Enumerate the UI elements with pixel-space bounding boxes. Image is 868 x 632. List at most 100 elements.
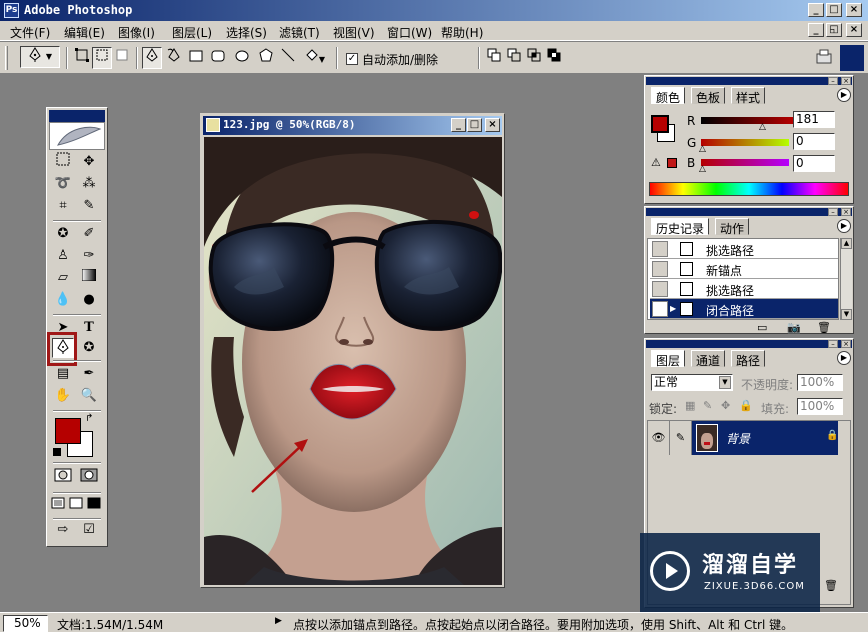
hand-tool[interactable]: ✋ <box>52 386 74 406</box>
fill-input[interactable]: 100% <box>797 398 843 415</box>
tool-preset-picker[interactable]: ▼ <box>20 46 60 68</box>
type-tool[interactable]: T <box>78 318 100 338</box>
doc-minimize-button[interactable]: _ <box>808 23 824 37</box>
menu-window[interactable]: 窗口(W) <box>387 24 432 41</box>
lock-transparency-icon[interactable]: ▦ <box>685 399 695 412</box>
marquee-tool[interactable] <box>52 152 74 172</box>
lock-move-icon[interactable]: ✥ <box>721 399 730 412</box>
history-slider-icon[interactable]: ▶ <box>670 304 676 313</box>
new-document-from-state-icon[interactable]: ▭ <box>757 321 767 334</box>
custom-shape-button[interactable]: ▼ <box>300 47 330 69</box>
palette-close-button[interactable]: × <box>841 208 851 216</box>
intersect-path-button[interactable] <box>524 47 544 69</box>
layer-row[interactable]: 👁 ✎ 背景 🔒 <box>648 421 838 455</box>
rectangle-shape-button[interactable] <box>186 47 206 69</box>
scroll-up-icon[interactable]: ▲ <box>841 238 852 249</box>
history-brush-source-checkbox[interactable] <box>652 301 668 317</box>
history-brush-tool[interactable]: ✑ <box>78 246 100 266</box>
menu-filter[interactable]: 滤镜(T) <box>279 24 320 41</box>
scroll-down-icon[interactable]: ▼ <box>841 309 852 320</box>
document-title-bar[interactable]: 123.jpg @ 50%(RGB/8) _ □ × <box>203 116 502 135</box>
menu-help[interactable]: 帮助(H) <box>441 24 483 41</box>
menu-select[interactable]: 选择(S) <box>226 24 267 41</box>
channel-g-slider[interactable] <box>701 139 789 146</box>
doc-close-button[interactable]: × <box>846 23 862 37</box>
full-screen-menu-button[interactable] <box>67 496 85 516</box>
tab-swatches[interactable]: 色板 <box>691 87 726 105</box>
channel-b-input[interactable]: 0 <box>793 155 835 172</box>
list-item[interactable]: 新锚点 <box>650 259 838 279</box>
magic-wand-tool[interactable]: ⁂ <box>78 174 100 194</box>
new-snapshot-icon[interactable]: 📷 <box>787 321 801 334</box>
exclude-overlap-button[interactable] <box>544 47 564 69</box>
brush-tool[interactable]: ✐ <box>78 224 100 244</box>
tab-history[interactable]: 历史记录 <box>651 218 710 236</box>
palette-close-button[interactable]: × <box>841 340 851 348</box>
slider-thumb-icon[interactable]: △ <box>699 144 706 154</box>
history-brush-source-checkbox[interactable] <box>652 281 668 297</box>
doc-maximize-button[interactable]: □ <box>467 118 482 132</box>
tab-channels[interactable]: 通道 <box>691 350 726 368</box>
lasso-tool[interactable]: ➰ <box>52 174 74 194</box>
palette-titlebar[interactable]: – × <box>646 77 852 85</box>
pen-tool-button[interactable] <box>142 47 162 69</box>
palette-close-button[interactable]: × <box>841 77 851 85</box>
slice-tool[interactable]: ✎ <box>78 196 100 216</box>
list-item[interactable]: 挑选路径 <box>650 279 838 299</box>
auto-add-delete-checkbox[interactable]: ✓ <box>346 53 358 65</box>
line-button[interactable] <box>278 47 298 69</box>
foreground-swatch[interactable] <box>651 115 669 133</box>
history-brush-source-checkbox[interactable] <box>652 241 668 257</box>
image-canvas[interactable] <box>204 137 502 585</box>
menu-layer[interactable]: 图层(L) <box>172 24 212 41</box>
layer-name[interactable]: 背景 <box>726 430 750 447</box>
quick-mask-button[interactable] <box>78 468 100 488</box>
zoom-tool[interactable]: 🔍 <box>78 386 100 406</box>
tab-layers[interactable]: 图层 <box>651 350 686 368</box>
shape-layers-button[interactable] <box>72 47 92 69</box>
standard-mode-button[interactable] <box>52 468 74 488</box>
tab-paths[interactable]: 路径 <box>731 350 766 368</box>
palette-titlebar[interactable]: – × <box>646 208 852 216</box>
grip-handle[interactable] <box>5 46 8 70</box>
doc-minimize-button[interactable]: _ <box>451 118 466 132</box>
tab-actions[interactable]: 动作 <box>715 218 750 236</box>
slider-thumb-icon[interactable]: △ <box>699 164 706 174</box>
minimize-button[interactable]: _ <box>808 3 824 17</box>
slider-thumb-icon[interactable]: △ <box>759 122 766 132</box>
gradient-tool[interactable] <box>78 268 100 288</box>
eye-icon[interactable]: 👁 <box>648 421 670 455</box>
tab-color[interactable]: 颜色 <box>651 87 686 105</box>
menu-file[interactable]: 文件(F) <box>10 24 50 41</box>
palette-menu-button[interactable]: ▶ <box>837 88 851 102</box>
feather-logo-icon[interactable] <box>49 122 105 150</box>
brush-icon[interactable]: ✎ <box>670 421 692 455</box>
healing-brush-tool[interactable]: ✪ <box>52 224 74 244</box>
menu-edit[interactable]: 编辑(E) <box>64 24 105 41</box>
polygon-button[interactable] <box>256 47 276 69</box>
list-item[interactable]: 挑选路径 <box>650 239 838 259</box>
clone-stamp-tool[interactable]: ♙ <box>52 246 74 266</box>
channel-b-slider[interactable] <box>701 159 789 166</box>
status-menu-arrow-icon[interactable]: ▶ <box>275 616 282 626</box>
palette-minimize-button[interactable]: – <box>828 208 838 216</box>
color-ramp[interactable] <box>649 182 849 196</box>
chevron-down-icon[interactable]: ▼ <box>719 376 731 389</box>
palette-minimize-button[interactable]: – <box>828 340 838 348</box>
full-screen-button[interactable] <box>85 496 103 516</box>
subtract-from-path-button[interactable] <box>504 47 524 69</box>
freeform-pen-button[interactable] <box>164 47 184 69</box>
palette-minimize-button[interactable]: – <box>828 77 838 85</box>
list-item[interactable]: ▶ 闭合路径 <box>650 299 838 319</box>
toolbox-header[interactable] <box>49 110 105 122</box>
edit-in-imageready-button[interactable]: ☑ <box>78 520 100 540</box>
tab-styles[interactable]: 样式 <box>731 87 766 105</box>
doc-close-button[interactable]: × <box>485 118 500 132</box>
palette-menu-button[interactable]: ▶ <box>837 219 851 233</box>
menu-image[interactable]: 图像(I) <box>118 24 155 41</box>
zoom-input[interactable]: 50% <box>3 615 48 632</box>
file-browser-button[interactable] <box>812 47 836 69</box>
eyedropper-tool[interactable]: ✒ <box>78 364 100 384</box>
swap-colors-icon[interactable]: ↱ <box>85 413 93 424</box>
paths-button[interactable] <box>92 47 112 69</box>
